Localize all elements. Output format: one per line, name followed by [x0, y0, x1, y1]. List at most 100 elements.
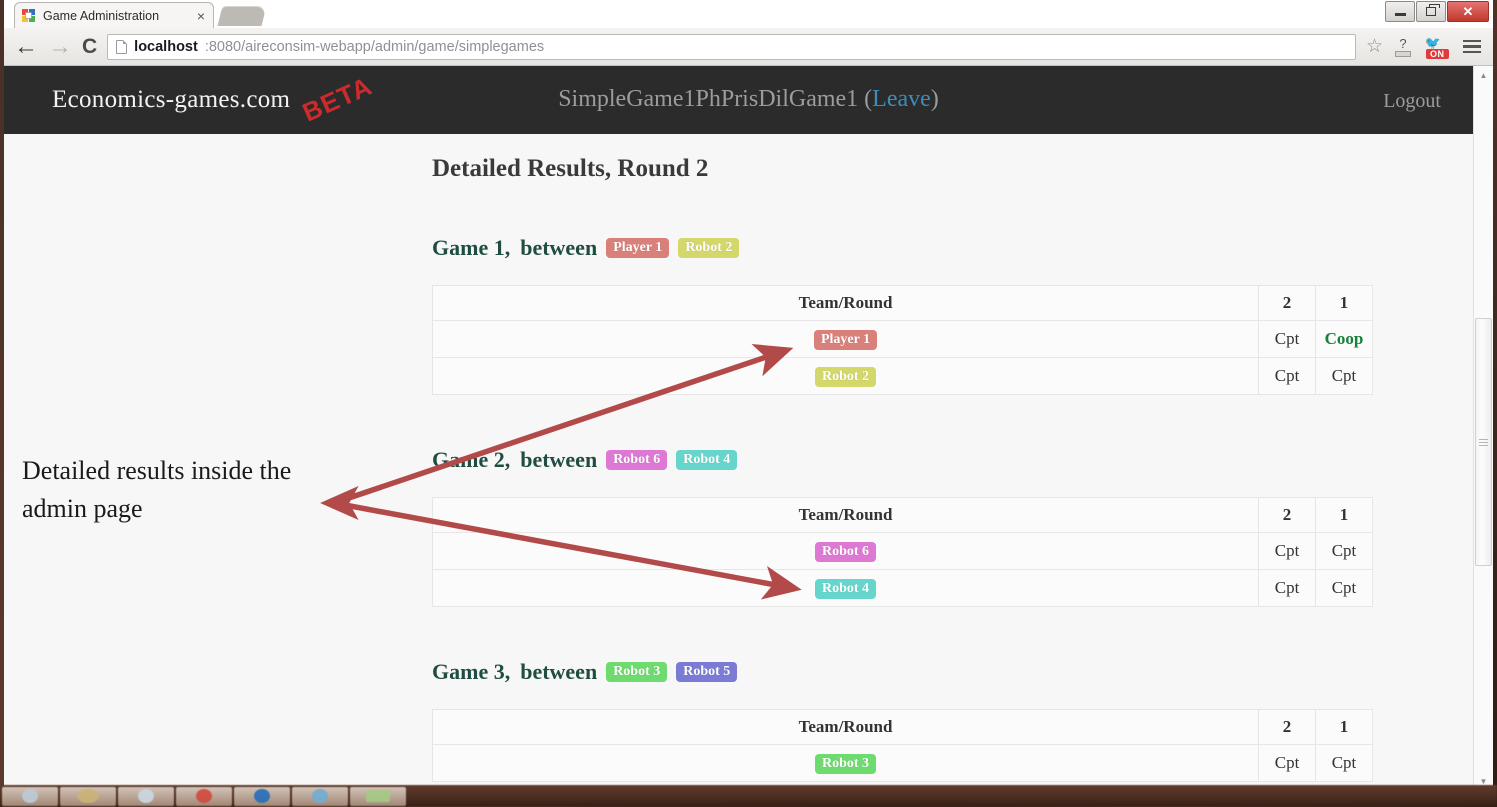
column-header-round: 1 [1315, 285, 1373, 321]
column-header-round: 2 [1258, 709, 1317, 745]
window-controls: ✕ [1384, 1, 1489, 22]
game-heading: Game 2, between Robot 6 Robot 4 [432, 447, 1493, 473]
round-value-cell: Cpt [1258, 569, 1317, 607]
game-heading: Game 3, between Robot 3 Robot 5 [432, 659, 1493, 685]
round-value-cell: Cpt [1258, 357, 1316, 395]
row-team-cell: Robot 4 [431, 569, 1260, 607]
url-host: localhost [134, 38, 198, 55]
new-tab-button[interactable] [217, 6, 267, 26]
table-row: Robot 6 Cpt Cpt [431, 532, 1373, 570]
paren-close: ) [930, 86, 939, 112]
round-value-cell: Cpt [1258, 744, 1317, 782]
team-badge: Player 1 [813, 330, 878, 350]
browser-tab[interactable]: Game Administration × [14, 2, 214, 28]
taskbar-item[interactable] [350, 786, 406, 806]
column-header-team: Team/Round [431, 709, 1260, 745]
row-team-cell: Player 1 [431, 320, 1260, 358]
team-badge: Robot 6 [606, 450, 668, 470]
tab-close-icon[interactable]: × [195, 9, 207, 23]
favicon-icon [21, 8, 36, 23]
games-list: Game 1, between Player 1 Robot 2 Team/Round… [431, 235, 1493, 782]
maximize-button[interactable] [1416, 1, 1446, 22]
round-value-cell: Cpt [1258, 320, 1316, 358]
current-game-title: SimpleGame1PhPrisDilGame1 (Leave) [4, 86, 1493, 113]
team-badge: Robot 3 [606, 662, 668, 682]
round-value-cell: Cpt [1315, 569, 1373, 607]
round-value-cell: Cpt [1315, 744, 1373, 782]
os-taskbar[interactable] [0, 785, 1497, 807]
paren-open: ( [864, 86, 873, 112]
tab-title: Game Administration [43, 8, 160, 23]
tab-strip: Game Administration × ✕ [4, 0, 1493, 28]
results-table: Team/Round 2 1 Player 1 Cpt Coop Robot 2 Cpt Cpt [431, 285, 1373, 395]
team-badge: Robot 3 [814, 754, 877, 774]
table-header-row: Team/Round 2 1 [431, 709, 1373, 745]
game-heading-text: Game 1, [432, 235, 511, 260]
reload-icon[interactable]: C [82, 36, 97, 57]
team-badge: Robot 6 [814, 542, 877, 562]
round-value-cell: Cpt [1315, 357, 1373, 395]
minimize-button[interactable] [1385, 1, 1415, 22]
round-value-cell: Cpt [1258, 532, 1317, 570]
team-badge: Robot 2 [678, 238, 740, 258]
bookmark-star-icon[interactable]: ☆ [1366, 35, 1383, 58]
results-table: Team/Round 2 1 Robot 6 Cpt Cpt Robot 4 Cpt Cpt [431, 497, 1373, 607]
page-document-icon [116, 39, 128, 54]
table-row: Player 1 Cpt Coop [431, 320, 1373, 358]
game-name-label: SimpleGame1PhPrisDilGame1 [558, 86, 859, 112]
page-scrollbar[interactable]: ▲ ▼ [1473, 66, 1493, 790]
game-heading-between: between [520, 235, 598, 260]
site-header: Economics-games.com BETA SimpleGame1PhPr… [4, 66, 1493, 134]
table-row: Robot 3 Cpt Cpt [431, 744, 1373, 782]
browser-menu-icon[interactable] [1461, 38, 1483, 56]
back-icon[interactable]: ← [14, 34, 38, 59]
table-row: Robot 2 Cpt Cpt [431, 357, 1373, 395]
table-header-row: Team/Round 2 1 [431, 285, 1373, 321]
game-heading: Game 1, between Player 1 Robot 2 [432, 235, 1493, 261]
scrollbar-thumb[interactable] [1475, 318, 1492, 566]
page-viewport: Economics-games.com BETA SimpleGame1PhPr… [4, 66, 1493, 790]
team-badge: Robot 4 [814, 579, 877, 599]
results-table: Team/Round 2 1 Robot 3 Cpt Cpt [431, 709, 1373, 782]
scroll-up-arrow-icon[interactable]: ▲ [1474, 66, 1493, 84]
logout-link[interactable]: Logout [1383, 90, 1441, 113]
taskbar-item[interactable] [2, 786, 58, 806]
game-heading-between: between [520, 447, 598, 472]
team-badge: Player 1 [606, 238, 670, 258]
taskbar-item[interactable] [176, 786, 232, 806]
annotation-text: Detailed results inside the admin page [22, 456, 292, 523]
column-header-round: 1 [1315, 497, 1373, 533]
round-value-cell: Coop [1315, 320, 1373, 358]
column-header-team: Team/Round [431, 497, 1260, 533]
row-team-cell: Robot 6 [431, 532, 1260, 570]
extension-on-badge: ON [1426, 48, 1449, 59]
taskbar-item[interactable] [118, 786, 174, 806]
row-team-cell: Robot 3 [431, 744, 1260, 782]
extension-icon[interactable]: 🐦 ON [1423, 33, 1451, 59]
help-icon[interactable]: ? [1393, 37, 1413, 57]
page-title: Detailed Results, Round 2 [432, 155, 709, 182]
team-badge: Robot 2 [814, 367, 877, 387]
table-row: Robot 4 Cpt Cpt [431, 569, 1373, 607]
game-heading-text: Game 3, [432, 659, 511, 684]
forward-icon[interactable]: → [48, 34, 72, 59]
taskbar-item[interactable] [292, 786, 348, 806]
browser-toolbar: ← → C localhost :8080/aireconsim-webapp/a… [4, 28, 1493, 66]
team-badge: Robot 5 [676, 662, 738, 682]
row-team-cell: Robot 2 [431, 357, 1260, 395]
table-header-row: Team/Round 2 1 [431, 497, 1373, 533]
column-header-round: 2 [1258, 497, 1317, 533]
close-window-button[interactable]: ✕ [1447, 1, 1489, 22]
url-path: :8080/aireconsim-webapp/admin/game/simpl… [204, 38, 545, 55]
address-bar[interactable]: localhost :8080/aireconsim-webapp/admin/g… [107, 33, 1356, 60]
game-heading-text: Game 2, [432, 447, 511, 472]
taskbar-item[interactable] [234, 786, 290, 806]
leave-game-link[interactable]: Leave [872, 86, 931, 112]
taskbar-item[interactable] [60, 786, 116, 806]
round-value-cell: Cpt [1315, 532, 1373, 570]
team-badge: Robot 4 [676, 450, 738, 470]
column-header-round: 1 [1315, 709, 1373, 745]
column-header-round: 2 [1258, 285, 1316, 321]
browser-window: Game Administration × ✕ ← → C localhost:… [4, 0, 1493, 790]
game-heading-between: between [520, 659, 598, 684]
